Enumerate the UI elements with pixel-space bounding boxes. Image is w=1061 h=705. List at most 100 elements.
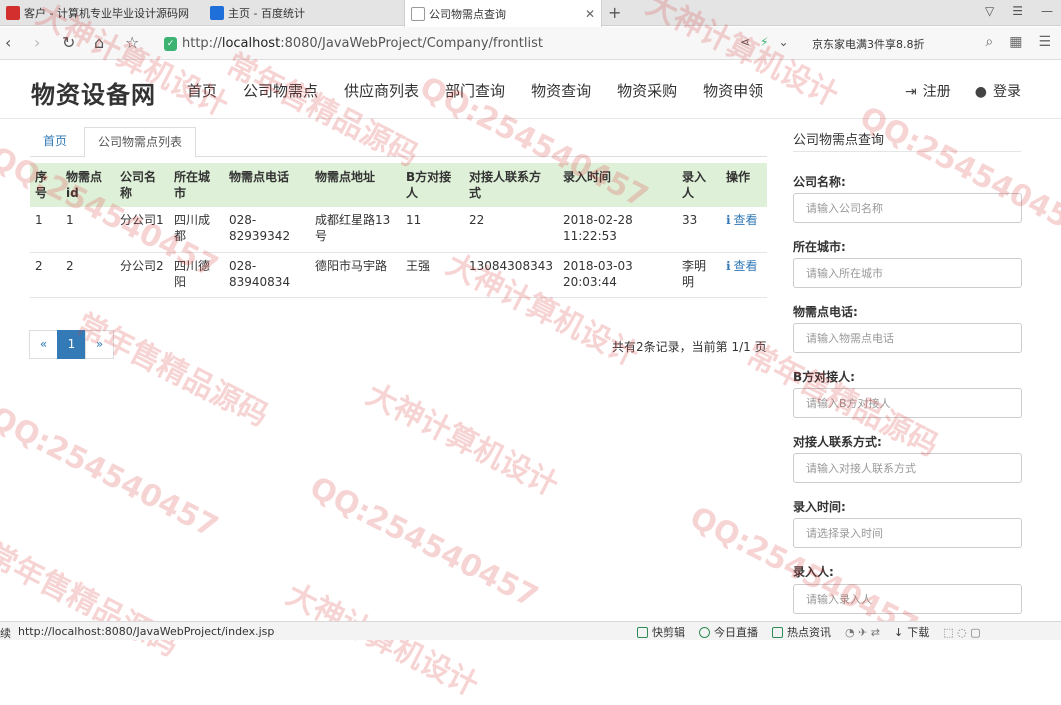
sign-in-icon: ⇥ — [905, 84, 917, 100]
login-label: 登录 — [993, 84, 1021, 100]
nav-departments[interactable]: 部门查询 — [445, 80, 505, 101]
forward-icon[interactable]: › — [34, 33, 40, 52]
breadcrumb-home[interactable]: 首页 — [30, 127, 80, 157]
close-icon[interactable]: ✕ — [585, 7, 595, 21]
nav-home[interactable]: 首页 — [187, 80, 217, 101]
contact-phone-input[interactable] — [793, 453, 1022, 483]
browser-tab-2[interactable]: 主页 - 百度统计 — [204, 0, 400, 26]
page-info: 共有2条记录，当前第 1/1 页 — [612, 340, 767, 354]
reload-icon[interactable]: ↻ — [62, 33, 75, 52]
table-header-row: 序号 物需点id 公司名称 所在城市 物需点电话 物需点地址 B方对接人 对接人… — [30, 163, 767, 207]
col-header: 物需点id — [61, 163, 115, 207]
back-icon[interactable]: ‹ — [5, 33, 11, 52]
view-button[interactable]: ℹ 查看 — [726, 259, 758, 273]
cell-city: 四川德阳 — [169, 252, 224, 298]
contact-phone-label: 对接人联系方式: — [793, 435, 882, 449]
chevron-down-icon[interactable]: ⌄ — [779, 35, 789, 49]
entry-time-label: 录入时间: — [793, 500, 846, 514]
table-row: 2 2 分公司2 四川德阳 028-83940834 德阳市马宇路 王强 130… — [30, 252, 767, 298]
menu-icon[interactable]: ☰ — [1038, 34, 1051, 50]
site-favicon-icon — [6, 6, 20, 20]
view-label: 查看 — [733, 213, 758, 227]
url-input[interactable]: ✓ http://localhost:8080/JavaWebProject/C… — [164, 32, 784, 55]
breadcrumb: 首页 公司物需点列表 — [30, 127, 767, 158]
contact-label: B方对接人: — [793, 370, 855, 384]
nav-materials[interactable]: 物资查询 — [531, 80, 591, 101]
status-item-label: 下载 — [907, 626, 930, 639]
operator-input[interactable] — [793, 584, 1022, 614]
cell-operator: 33 — [676, 207, 721, 253]
table-row: 1 1 分公司1 四川成都 028-82939342 成都红星路13号 11 2… — [30, 207, 767, 253]
company-name-label: 公司名称: — [793, 175, 846, 189]
promo-text[interactable]: 京东家电满3件享8.8折 — [812, 36, 925, 52]
browser-tab-1[interactable]: 客户 - 计算机专业毕业设计源码网 — [0, 0, 200, 26]
share-icon[interactable]: ⋖ — [740, 35, 750, 49]
next-page-button[interactable]: » — [85, 330, 114, 359]
site-brand[interactable]: 物资设备网 — [31, 75, 156, 110]
watermark-text: QQ:254540457 — [304, 470, 544, 616]
view-button[interactable]: ℹ 查看 — [726, 213, 758, 227]
star-icon[interactable]: ☆ — [125, 33, 139, 52]
minimize-icon[interactable]: — — [1041, 4, 1053, 18]
entry-time-input[interactable] — [793, 518, 1022, 548]
city-label: 所在城市: — [793, 240, 846, 254]
watermark-text: QQ:254540457 — [0, 400, 224, 546]
lightning-icon[interactable]: ⚡ — [760, 35, 768, 49]
pagination: « 1 » — [29, 330, 114, 359]
url-prefix: http:// — [182, 36, 222, 51]
cell-operator: 李明明 — [676, 252, 721, 298]
cell-time: 2018-03-03 20:03:44 — [557, 252, 677, 298]
cell-time: 2018-02-28 11:22:53 — [557, 207, 677, 253]
cell-contact: 11 — [401, 207, 464, 253]
col-header: 对接人联系方式 — [464, 163, 558, 207]
address-bar: ‹ › ↻ ⌂ ☆ ✓ http://localhost:8080/JavaWe… — [0, 27, 1061, 60]
info-icon: ℹ — [725, 258, 731, 273]
site-header: 物资设备网 首页 公司物需点 供应商列表 部门查询 物资查询 物资采购 物资申领… — [0, 61, 1061, 119]
nav-company-points[interactable]: 公司物需点 — [243, 80, 318, 101]
search-icon[interactable]: ⌕ — [985, 34, 993, 50]
cell-index: 1 — [30, 207, 61, 253]
status-item-misc[interactable]: ◔ ✈ ⇄ — [845, 624, 880, 640]
prev-page-button[interactable]: « — [29, 330, 58, 359]
apps-icon[interactable]: ▦ — [1009, 34, 1022, 50]
watermark-text: QQ:254540457 — [854, 100, 1061, 246]
company-points-table: 序号 物需点id 公司名称 所在城市 物需点电话 物需点地址 B方对接人 对接人… — [30, 163, 767, 298]
company-name-input[interactable] — [793, 193, 1022, 223]
register-link[interactable]: ⇥ 注册 — [905, 81, 951, 101]
watermark-text: 常年售精品源码 — [0, 537, 184, 664]
operator-label: 录入人: — [793, 565, 834, 579]
col-header: 录入人 — [676, 163, 721, 207]
cell-company: 分公司1 — [115, 207, 169, 253]
cell-contact: 王强 — [401, 252, 464, 298]
status-item-download[interactable]: ↓ 下载 — [894, 624, 929, 640]
home-icon[interactable]: ⌂ — [94, 33, 104, 52]
cell-city: 四川成都 — [169, 207, 224, 253]
status-item-live[interactable]: 今日直播 — [699, 624, 758, 640]
city-input[interactable] — [793, 258, 1022, 288]
phone-label: 物需点电话: — [793, 305, 858, 319]
col-header: 物需点电话 — [224, 163, 310, 207]
nav-purchase[interactable]: 物资采购 — [617, 80, 677, 101]
status-item-clip[interactable]: 快剪辑 — [637, 624, 685, 640]
browser-tab-3[interactable]: 公司物需点查询 ✕ — [404, 0, 602, 27]
breadcrumb-current: 公司物需点列表 — [84, 127, 197, 158]
query-panel-title: 公司物需点查询 — [793, 133, 885, 148]
cell-action: ℹ 查看 — [720, 207, 767, 253]
menu-icon[interactable]: ☰ — [1012, 4, 1023, 18]
nav-requisition[interactable]: 物资申领 — [703, 80, 763, 101]
status-item-tools[interactable]: ⬚ ◌ ▢ — [943, 624, 980, 640]
status-item-news[interactable]: 热点资讯 — [772, 624, 831, 640]
contact-input[interactable] — [793, 388, 1022, 418]
page-favicon-icon — [411, 6, 425, 21]
login-link[interactable]: ● 登录 — [975, 81, 1021, 101]
nav-suppliers[interactable]: 供应商列表 — [344, 80, 419, 101]
new-tab-icon[interactable]: + — [608, 3, 621, 22]
cell-contact-phone: 13084308343 — [464, 252, 558, 298]
cell-contact-phone: 22 — [464, 207, 558, 253]
watermark-text: 常年售精品源码 — [70, 307, 274, 434]
register-label: 注册 — [922, 84, 951, 100]
shirt-icon[interactable]: ▽ — [985, 4, 994, 18]
browser-tab-title: 客户 - 计算机专业毕业设计源码网 — [24, 7, 189, 20]
phone-input[interactable] — [793, 323, 1022, 353]
page-1-button[interactable]: 1 — [57, 330, 86, 359]
